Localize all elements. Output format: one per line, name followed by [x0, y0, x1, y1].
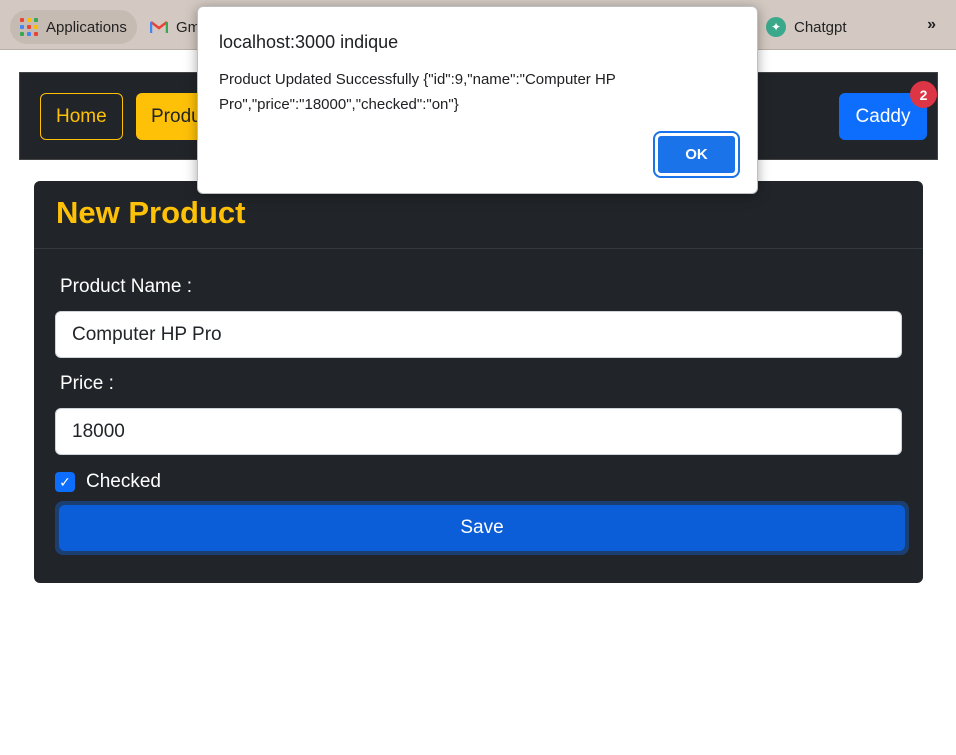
bookmark-chatgpt[interactable]: ✦ Chatgpt [756, 10, 857, 44]
product-name-input[interactable]: Computer HP Pro [55, 311, 902, 358]
dialog-ok-button[interactable]: OK [653, 131, 740, 178]
save-button-focus-ring: Save [55, 501, 909, 555]
price-input[interactable]: 18000 [55, 408, 902, 455]
checked-field: ✓ Checked [55, 471, 161, 493]
new-product-card: New Product Product Name : Computer HP P… [34, 181, 923, 583]
product-name-label: Product Name : [60, 276, 192, 297]
chatgpt-icon: ✦ [766, 17, 786, 37]
caddy-label: Caddy [855, 105, 911, 127]
gmail-icon [150, 21, 168, 33]
checked-checkbox[interactable]: ✓ [55, 472, 75, 492]
dialog-title: localhost:3000 indique [219, 32, 399, 52]
alert-dialog: localhost:3000 indique Product Updated S… [197, 6, 758, 194]
dialog-message: Product Updated Successfully {"id":9,"na… [219, 71, 616, 113]
checked-label: Checked [86, 471, 161, 492]
apps-grid-icon [20, 18, 38, 36]
page-title: New Product [56, 195, 246, 230]
bookmark-applications[interactable]: Applications [10, 10, 137, 44]
save-button[interactable]: Save [59, 505, 905, 551]
price-label: Price : [60, 373, 114, 394]
bookmarks-more-icon[interactable]: » [927, 16, 936, 34]
nav-home-button[interactable]: Home [40, 93, 123, 140]
nav-caddy-button[interactable]: Caddy 2 [839, 81, 937, 140]
caddy-count-badge: 2 [910, 81, 937, 108]
bookmark-chatgpt-label: Chatgpt [794, 18, 847, 36]
bookmark-applications-label: Applications [46, 18, 127, 36]
